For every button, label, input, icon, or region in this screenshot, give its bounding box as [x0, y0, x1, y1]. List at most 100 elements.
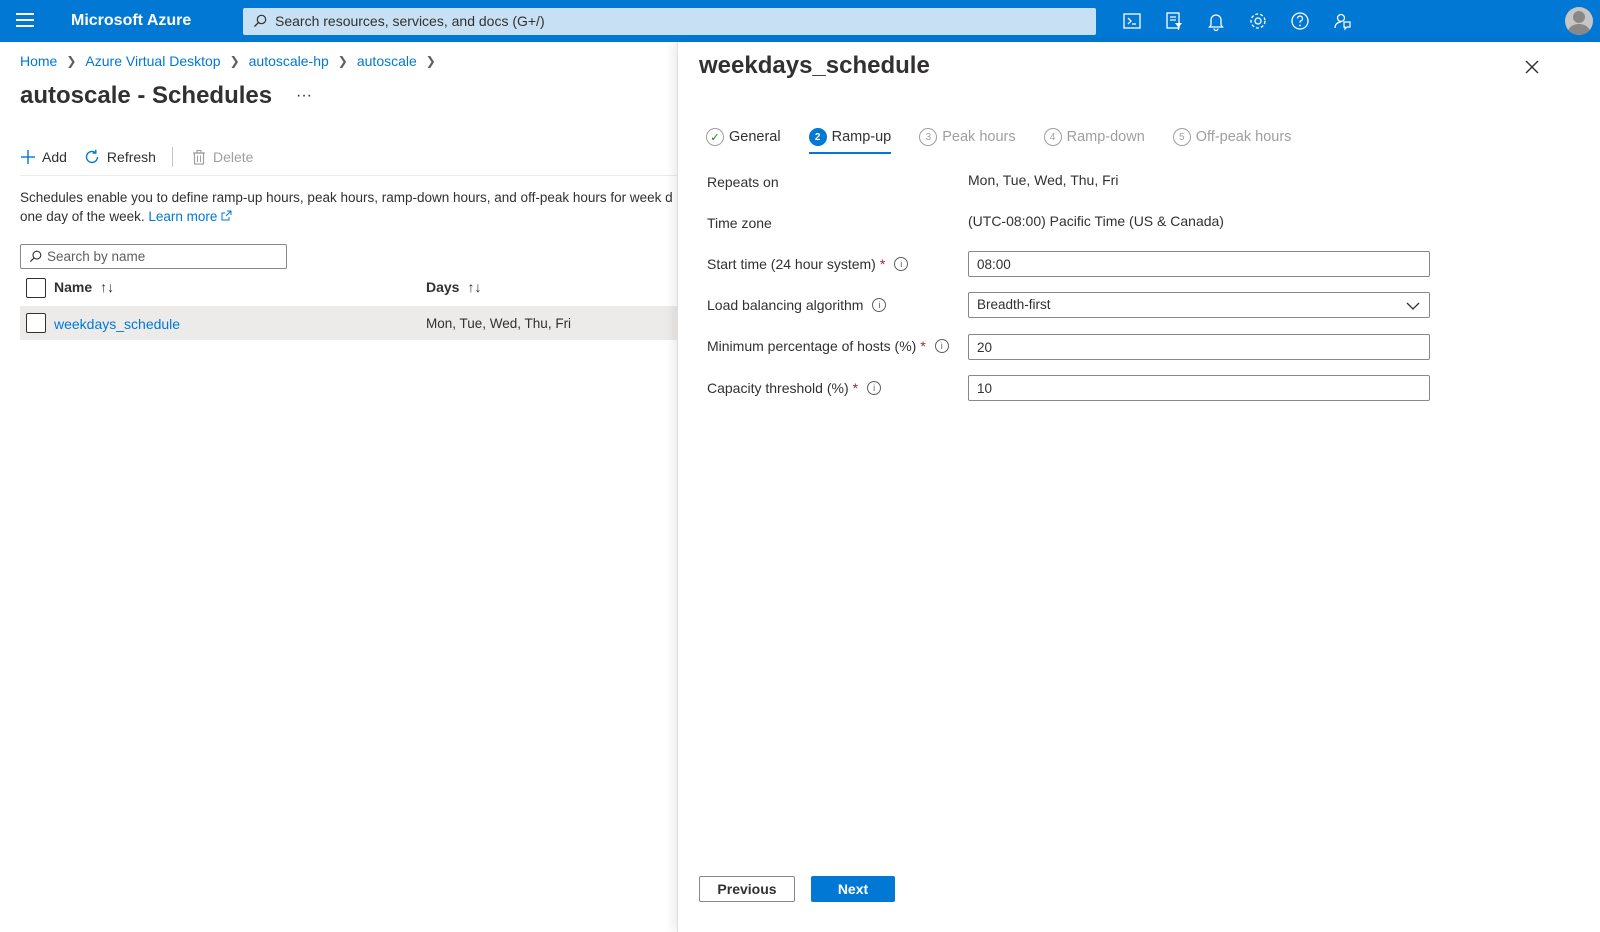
- row-checkbox[interactable]: [26, 313, 46, 333]
- chevron-right-icon: ❯: [337, 54, 348, 68]
- avatar[interactable]: [1565, 7, 1593, 35]
- schedule-name-link[interactable]: weekdays_schedule: [54, 316, 180, 332]
- command-bar: Add Refresh Delete: [20, 147, 269, 167]
- description-text-2: one day of the week.: [20, 209, 145, 224]
- info-icon[interactable]: i: [934, 339, 949, 353]
- page-title: autoscale - Schedules: [20, 82, 273, 109]
- description: Schedules enable you to define ramp-up h…: [20, 188, 680, 226]
- chevron-down-icon: [1406, 299, 1420, 314]
- info-icon[interactable]: i: [867, 381, 882, 395]
- more-options-icon[interactable]: ···: [296, 87, 312, 105]
- hamburger-icon[interactable]: [16, 13, 34, 29]
- select-all-checkbox[interactable]: [26, 278, 46, 298]
- sort-icon[interactable]: ↑↓: [467, 279, 481, 295]
- min-hosts-input[interactable]: [968, 334, 1430, 360]
- required-mark: *: [879, 256, 886, 272]
- refresh-button-label: Refresh: [106, 149, 156, 165]
- start-time-input[interactable]: [968, 251, 1430, 277]
- panel-title: weekdays_schedule: [699, 52, 930, 79]
- search-icon: [253, 14, 267, 33]
- tab-ramp-down[interactable]: 4 Ramp-down: [1043, 128, 1145, 154]
- tab-ramp-down-label: Ramp-down: [1066, 129, 1145, 145]
- start-time-label: Start time (24 hour system) * i: [707, 256, 909, 272]
- breadcrumb: Home ❯ Azure Virtual Desktop ❯ autoscale…: [20, 53, 445, 69]
- refresh-button[interactable]: Refresh: [83, 148, 156, 166]
- check-icon: ✓: [706, 128, 724, 146]
- min-hosts-label: Minimum percentage of hosts (%) * i: [707, 338, 949, 354]
- toolbar-divider: [171, 147, 173, 167]
- column-header-days[interactable]: Days ↑↓: [426, 279, 481, 295]
- time-zone-value: (UTC-08:00) Pacific Time (US & Canada): [968, 213, 1224, 229]
- tab-off-peak-hours[interactable]: 5 Off-peak hours: [1172, 128, 1292, 154]
- search-icon: [29, 250, 42, 268]
- list-search-box[interactable]: [20, 244, 287, 269]
- plus-icon: [20, 149, 36, 165]
- tab-peak-hours[interactable]: 3 Peak hours: [919, 128, 1016, 154]
- chevron-right-icon: ❯: [66, 54, 77, 68]
- breadcrumb-home[interactable]: Home: [20, 53, 57, 69]
- previous-button[interactable]: Previous: [699, 876, 795, 902]
- global-search-box[interactable]: Search resources, services, and docs (G+…: [243, 8, 1096, 35]
- load-balancing-label: Load balancing algorithm i: [707, 297, 887, 313]
- tab-ramp-up-label: Ramp-up: [831, 129, 892, 145]
- load-balancing-value: Breadth-first: [977, 297, 1051, 312]
- delete-button[interactable]: Delete: [191, 149, 253, 165]
- schedule-edit-panel: weekdays_schedule ✓ General 2 Ramp-up 3 …: [677, 42, 1600, 932]
- notifications-icon[interactable]: [1205, 10, 1227, 32]
- load-balancing-dropdown[interactable]: Breadth-first: [968, 292, 1430, 318]
- capacity-threshold-label-text: Capacity threshold (%): [707, 380, 849, 396]
- add-button-label: Add: [42, 149, 67, 165]
- delete-button-label: Delete: [212, 149, 254, 165]
- chevron-right-icon: ❯: [229, 54, 240, 68]
- start-time-label-text: Start time (24 hour system): [707, 256, 876, 272]
- chevron-right-icon: ❯: [425, 54, 436, 68]
- load-balancing-label-text: Load balancing algorithm: [707, 297, 864, 313]
- info-icon[interactable]: i: [894, 257, 909, 271]
- global-search-placeholder: Search resources, services, and docs (G+…: [275, 13, 545, 29]
- column-header-name-label: Name: [54, 279, 93, 295]
- settings-icon[interactable]: [1247, 10, 1269, 32]
- breadcrumb-autoscale-hp[interactable]: autoscale-hp: [249, 53, 329, 69]
- close-icon[interactable]: [1523, 58, 1541, 76]
- brand-title[interactable]: Microsoft Azure: [71, 12, 191, 30]
- external-link-icon: [221, 210, 232, 221]
- tab-peak-hours-number: 3: [919, 128, 938, 146]
- description-text: Schedules enable you to define ramp-up h…: [20, 190, 673, 205]
- time-zone-label: Time zone: [707, 215, 772, 231]
- breadcrumb-autoscale[interactable]: autoscale: [357, 53, 417, 69]
- top-navigation-bar: Microsoft Azure Search resources, servic…: [0, 0, 1600, 42]
- trash-icon: [191, 149, 207, 165]
- breadcrumb-azure-virtual-desktop[interactable]: Azure Virtual Desktop: [85, 53, 220, 69]
- tab-ramp-up[interactable]: 2 Ramp-up: [808, 128, 892, 154]
- feedback-icon[interactable]: [1331, 10, 1353, 32]
- tab-off-peak-hours-label: Off-peak hours: [1195, 129, 1292, 145]
- toolbar-separator: [20, 175, 678, 176]
- column-header-days-label: Days: [426, 279, 460, 295]
- help-icon[interactable]: [1289, 10, 1311, 32]
- cloud-shell-icon[interactable]: [1121, 10, 1143, 32]
- tab-general-label: General: [729, 129, 781, 145]
- tab-ramp-up-number: 2: [808, 128, 827, 146]
- tab-ramp-down-number: 4: [1043, 128, 1062, 146]
- repeats-on-value: Mon, Tue, Wed, Thu, Fri: [968, 172, 1119, 188]
- tab-general[interactable]: ✓ General: [706, 128, 781, 154]
- sort-icon[interactable]: ↑↓: [100, 279, 114, 295]
- wizard-tabs: ✓ General 2 Ramp-up 3 Peak hours 4 Ramp-…: [706, 128, 1319, 154]
- capacity-threshold-input[interactable]: [968, 375, 1430, 401]
- tab-off-peak-hours-number: 5: [1172, 128, 1191, 146]
- list-search-input[interactable]: [47, 247, 282, 266]
- refresh-icon: [83, 148, 101, 166]
- info-icon[interactable]: i: [872, 298, 887, 312]
- column-header-name[interactable]: Name ↑↓: [54, 279, 114, 295]
- learn-more-link[interactable]: Learn more: [148, 209, 232, 224]
- tab-peak-hours-label: Peak hours: [942, 129, 1016, 145]
- next-button[interactable]: Next: [811, 876, 895, 902]
- min-hosts-label-text: Minimum percentage of hosts (%): [707, 338, 917, 354]
- schedule-days: Mon, Tue, Wed, Thu, Fri: [426, 316, 572, 331]
- directory-filter-icon[interactable]: [1163, 10, 1185, 32]
- required-mark: *: [920, 338, 926, 354]
- repeats-on-label: Repeats on: [707, 174, 779, 190]
- capacity-threshold-label: Capacity threshold (%) * i: [707, 380, 882, 396]
- add-button[interactable]: Add: [20, 149, 67, 165]
- required-mark: *: [852, 380, 859, 396]
